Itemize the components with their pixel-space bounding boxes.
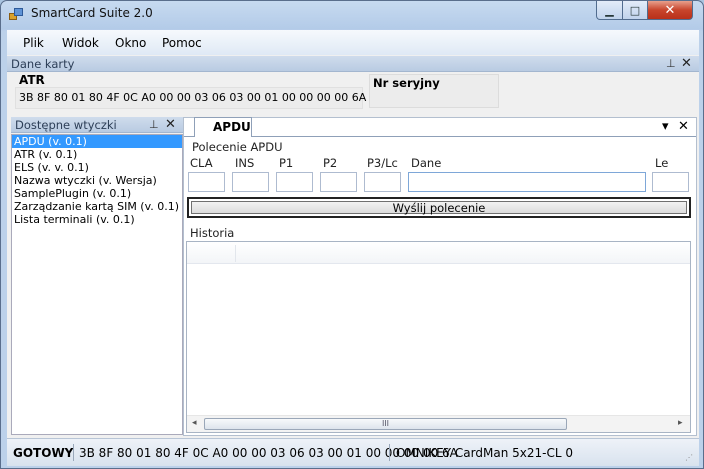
pin-icon[interactable]: ⊥ [149,118,159,131]
dane-label: Dane [411,156,442,170]
send-command-button[interactable]: Wyślij polecenie [191,201,687,215]
list-item[interactable]: APDU (v. 0.1) [12,135,182,148]
atr-value: 3B 8F 80 01 80 4F 0C A0 00 00 03 06 03 0… [19,91,367,104]
status-reader: OMNIKEY CardMan 5x21-CL 0 [396,446,573,460]
list-item[interactable]: Zarządzanie kartą SIM (v. 0.1) [12,200,182,213]
list-item[interactable]: ATR (v. 0.1) [12,148,182,161]
minimize-button[interactable]: ▁ [596,1,623,20]
close-icon[interactable]: ✕ [681,56,692,71]
menu-pomoc[interactable]: Pomoc [162,36,202,50]
status-separator [73,444,74,461]
close-icon[interactable]: ✕ [678,119,689,134]
scroll-left-icon[interactable]: ◂ [192,418,197,428]
list-item[interactable]: ELS (v. v. 0.1) [12,161,182,174]
maximize-button[interactable]: □ [622,1,648,20]
ins-input[interactable] [232,172,269,192]
scroll-thumb[interactable]: III [204,418,567,430]
card-panel-title: Dane karty [11,57,75,71]
title-bar[interactable]: SmartCard Suite 2.0 ▁ □ ✕ [1,1,703,29]
scroll-right-icon[interactable]: ▸ [678,418,683,428]
status-bar: GOTOWY 3B 8F 80 01 80 4F 0C A0 00 00 03 … [7,438,699,466]
client-area: Plik Widok Okno Pomoc Dane karty ⊥ ✕ ATR… [7,30,699,466]
column-divider [235,245,236,262]
window-title: SmartCard Suite 2.0 [31,6,153,20]
cla-input[interactable] [188,172,225,192]
chevron-down-icon[interactable]: ▾ [662,119,669,134]
list-item[interactable]: SamplePlugin (v. 0.1) [12,187,182,200]
close-button[interactable]: ✕ [647,1,693,20]
menu-bar: Plik Widok Okno Pomoc [7,30,699,55]
plugin-list[interactable]: APDU (v. 0.1) ATR (v. 0.1) ELS (v. v. 0.… [11,134,183,435]
history-label: Historia [190,226,235,240]
le-input[interactable] [652,172,689,192]
cla-label: CLA [190,156,213,170]
send-command-button-frame: Wyślij polecenie [187,197,691,218]
p3lc-label: P3/Lc [367,156,398,170]
app-icon [9,8,23,21]
history-hscrollbar[interactable]: ◂ III ▸ [187,415,690,432]
app-window: SmartCard Suite 2.0 ▁ □ ✕ Plik Widok Okn… [0,0,704,469]
atr-field: 3B 8F 80 01 80 4F 0C A0 00 00 03 06 03 0… [15,87,367,109]
p1-label: P1 [279,156,294,170]
menu-okno[interactable]: Okno [115,36,146,50]
plugins-panel-title: Dostępne wtyczki [15,118,117,132]
p2-label: P2 [323,156,338,170]
history-header [187,242,690,264]
le-label: Le [655,156,669,170]
resize-grip-icon[interactable]: ⋰ [685,453,695,463]
history-list[interactable]: ◂ III ▸ [186,241,691,433]
card-panel-header: Dane karty ⊥ ✕ [7,56,699,72]
p3lc-input[interactable] [364,172,401,192]
plugins-panel-header: Dostępne wtyczki ⊥ ✕ [11,117,183,133]
list-item[interactable]: Nazwa wtyczki (v. Wersja) [12,174,182,187]
tab-apdu[interactable]: APDU [194,117,252,137]
list-item[interactable]: Lista terminali (v. 0.1) [12,213,182,226]
atr-label: ATR [19,73,45,87]
command-group-label: Polecenie APDU [192,140,283,154]
pin-icon[interactable]: ⊥ [666,57,676,70]
dane-input[interactable] [408,172,646,192]
menu-widok[interactable]: Widok [62,36,99,50]
p1-input[interactable] [276,172,313,192]
ins-label: INS [235,156,255,170]
menu-plik[interactable]: Plik [23,36,44,50]
status-text: GOTOWY [13,446,74,460]
serial-field: Nr seryjny [369,74,499,108]
tab-strip [184,136,696,137]
p2-input[interactable] [320,172,357,192]
close-icon[interactable]: ✕ [165,117,176,132]
serial-label: Nr seryjny [373,76,440,90]
status-separator [389,444,390,461]
